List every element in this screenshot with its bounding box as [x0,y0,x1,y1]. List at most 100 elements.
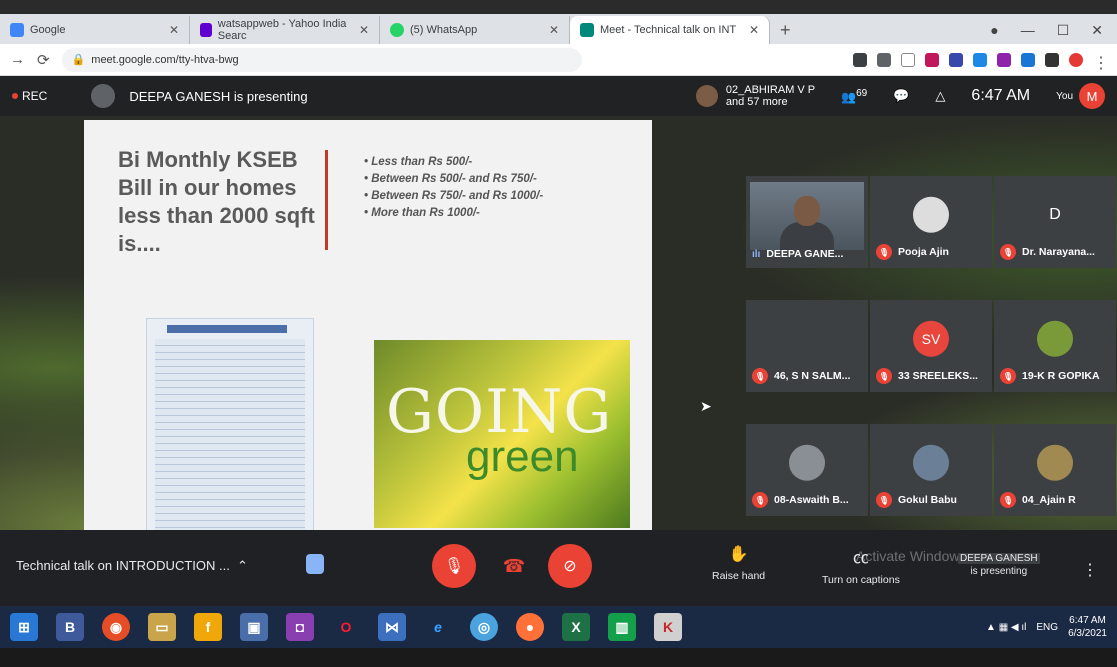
app-icon[interactable]: ▥ [608,613,636,641]
camera-toggle-button[interactable]: ⊘ [548,544,592,588]
extension-icon[interactable] [925,52,939,67]
participant-tile[interactable]: 🎙 Gokul Babu [870,424,992,516]
minimize-icon[interactable]: — [1021,22,1035,38]
participant-tile[interactable]: 🎙 04_Ajain R [994,424,1116,516]
app-icon[interactable]: f [194,613,222,641]
close-icon[interactable]: ✕ [359,23,369,37]
profile-icon[interactable] [1069,52,1083,67]
going-green-image: GOING green [374,340,630,528]
tab-google[interactable]: Google ✕ [0,16,190,44]
participants-button[interactable]: 👥69 [841,88,867,104]
new-tab-button[interactable]: + [770,16,801,44]
tray-icons[interactable]: ▲ ▦ ◀ ıl [986,622,1026,633]
meet-top-right: 02_ABHIRAM V P and 57 more 👥69 💬 △ 6:47 … [695,83,1105,109]
video-feed [750,182,864,250]
avatar: SV [913,320,949,357]
meeting-details-button[interactable]: Technical talk on INTRODUCTION ... ⌃ [16,558,248,574]
app-icon[interactable]: B [56,613,84,641]
avatar [1037,320,1073,357]
tab-meet[interactable]: Meet - Technical talk on INT ✕ [570,16,770,44]
app-icon[interactable]: ◘ [286,613,314,641]
language-indicator[interactable]: ENG [1036,622,1058,633]
meet-clock: 6:47 AM [971,87,1031,104]
participant-tile[interactable]: 🎙 Pooja Ajin [870,176,992,268]
mic-off-icon: 🎙 [876,492,892,508]
presenting-status[interactable]: DEEPA GANESH is presenting [958,552,1040,578]
menu-icon[interactable]: ⋮ [1093,53,1109,72]
mic-off-icon: 🎙 [876,368,892,384]
yahoo-icon [200,23,212,37]
star-icon[interactable] [901,52,915,67]
participant-tile[interactable]: 🎙 46, S N SALM... [746,300,868,392]
start-icon[interactable]: ⊞ [10,613,38,641]
meet-top-bar: REC DEEPA GANESH is presenting 02_ABHIRA… [0,76,1117,116]
screen-bezel [0,648,1117,667]
participant-tile[interactable]: ılı DEEPA GANE... [746,176,868,268]
opera-icon[interactable]: O [332,613,360,641]
reload-icon[interactable]: ⟳ [37,51,50,69]
folder-icon[interactable]: ▭ [148,613,176,641]
leave-call-button[interactable]: ☎ [492,544,536,588]
meet-icon [580,23,594,37]
maximize-icon[interactable]: ☐ [1057,22,1070,39]
slide-divider [325,150,328,250]
extension-icon[interactable] [1021,52,1035,67]
excel-icon[interactable]: X [562,613,590,641]
participant-tile[interactable]: D 🎙 Dr. Narayana... [994,176,1116,268]
browser-tab-bar: Google ✕ watsappweb - Yahoo India Searc … [0,14,1117,44]
recording-indicator: REC [12,89,47,103]
firefox-icon[interactable]: ● [516,613,544,641]
tab-yahoo[interactable]: watsappweb - Yahoo India Searc ✕ [190,16,380,44]
extension-icon[interactable] [949,52,963,67]
extension-icon[interactable] [973,52,987,67]
windows-taskbar: ⊞ B ◉ ▭ f ▣ ◘ O ⋈ e ◎ ● X ▥ K ▲ ▦ ◀ ıl E… [0,606,1117,648]
participant-tile[interactable]: 🎙 08-Aswaith B... [746,424,868,516]
avatar [913,444,949,481]
camera-icon[interactable] [853,52,867,67]
bullet-item: Less than Rs 500/- [364,154,543,171]
url-field[interactable]: 🔒 meet.google.com/tty-htva-bwg [61,47,582,72]
chrome-icon[interactable]: ◉ [102,613,130,641]
avatar [789,444,825,481]
more-options-icon[interactable]: ⋮ [1082,560,1098,580]
participant-avatar [695,85,718,107]
forward-icon[interactable]: → [10,51,25,68]
app-icon[interactable]: ⋈ [378,613,406,641]
avatar [913,196,949,233]
chat-icon[interactable]: 💬 [893,88,909,104]
extensions: ⋮ [853,52,1109,72]
mouse-cursor-icon: ➤ [700,398,712,414]
close-window-icon[interactable]: ✕ [1091,22,1103,39]
close-icon[interactable]: ✕ [169,23,179,37]
mic-off-icon: 🎙 [1000,368,1016,384]
shield-icon[interactable] [306,554,324,574]
hang-up-icon: ☎ [502,555,526,576]
bullet-item: More than Rs 1000/- [364,205,543,222]
slide-title: Bi Monthly KSEB Bill in our homes less t… [118,147,315,256]
window-controls: ● — ☐ ✕ [990,16,1117,44]
meet-controls: Technical talk on INTRODUCTION ... ⌃ 🎙 ☎… [0,530,1117,606]
key-icon[interactable] [877,52,891,67]
app-icon[interactable]: ▣ [240,613,268,641]
extension-icon[interactable] [997,52,1011,67]
camera-off-icon: ⊘ [563,558,577,575]
tab-whatsapp[interactable]: (5) WhatsApp ✕ [380,16,570,44]
mic-toggle-button[interactable]: 🎙 [432,544,476,588]
mic-off-icon: 🎙 [752,492,768,508]
raise-hand-button[interactable]: ✋ Raise hand [712,544,765,582]
puzzle-icon[interactable] [1045,52,1059,67]
taskbar-clock[interactable]: 6:47 AM 6/3/2021 [1068,614,1107,640]
close-icon[interactable]: ✕ [549,23,559,37]
presenter-avatar [91,84,116,108]
profile-dot-icon[interactable]: ● [990,22,998,38]
edge-icon[interactable]: e [424,613,452,641]
speaking-icon: ılı [752,248,761,260]
participant-tile[interactable]: 🎙 19-K R GOPIKA [994,300,1116,392]
participant-tile[interactable]: SV 🎙 33 SREELEKS... [870,300,992,392]
app-icon[interactable]: ◎ [470,613,498,641]
app-icon[interactable]: K [654,613,682,641]
mic-off-icon: 🎙 [443,558,465,575]
activities-icon[interactable]: △ [935,88,945,104]
close-icon[interactable]: ✕ [749,23,759,37]
mic-off-icon: 🎙 [1000,244,1016,260]
